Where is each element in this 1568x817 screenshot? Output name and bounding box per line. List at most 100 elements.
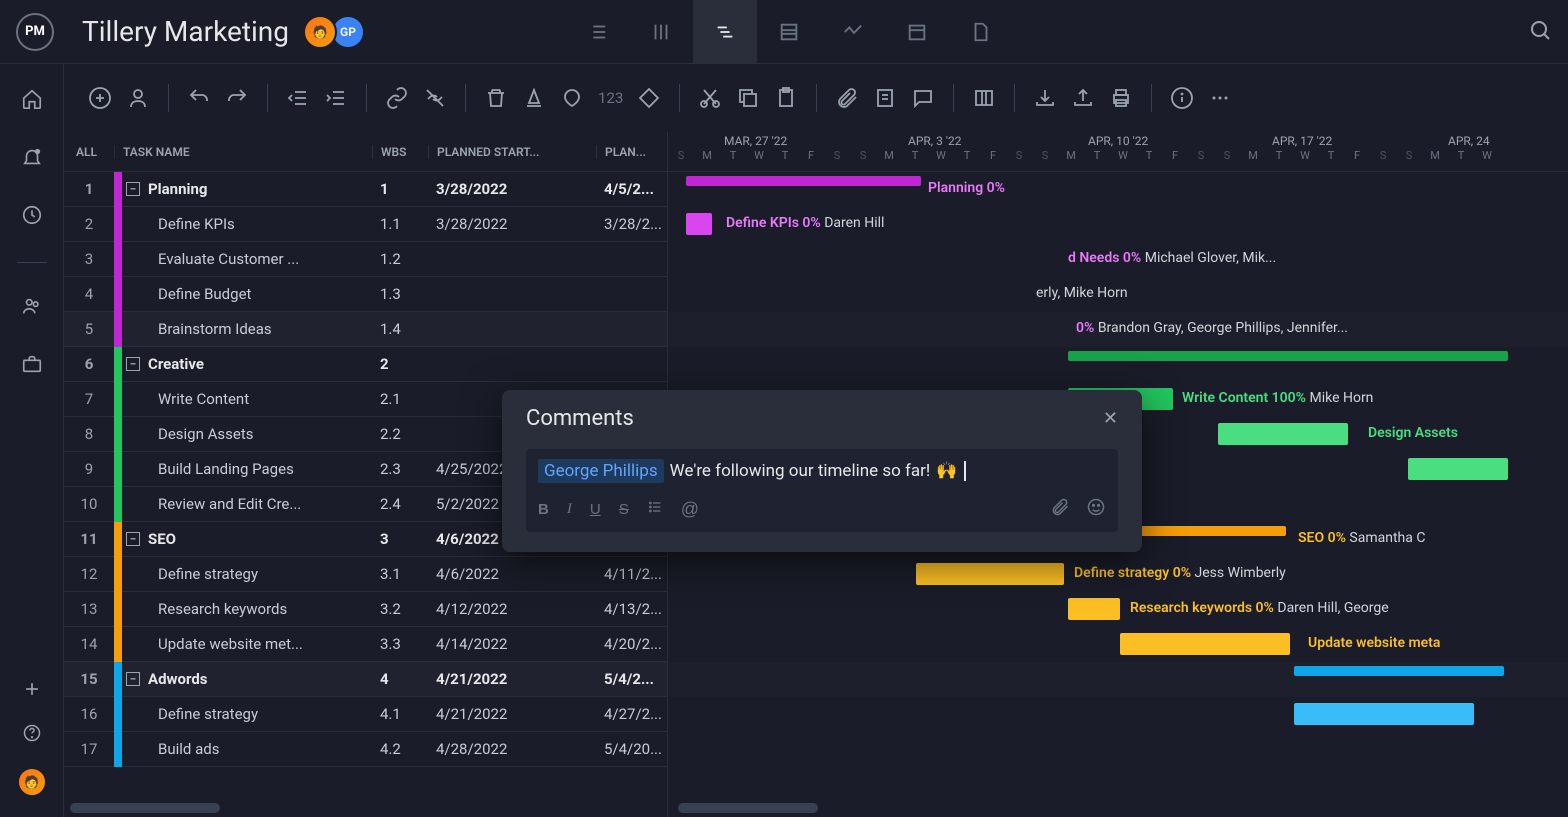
col-wbs[interactable]: WBS [372, 145, 428, 159]
underline-icon[interactable]: U [590, 501, 601, 518]
gantt-row[interactable] [668, 697, 1568, 732]
briefcase-icon[interactable] [21, 353, 43, 379]
view-dashboard-icon[interactable] [821, 0, 885, 64]
col-all[interactable]: ALL [64, 145, 114, 159]
text-color-icon[interactable] [522, 86, 546, 110]
gantt-bar[interactable] [1294, 703, 1474, 725]
cut-icon[interactable] [698, 86, 722, 110]
search-icon[interactable] [1528, 18, 1552, 46]
more-icon[interactable] [1208, 86, 1232, 110]
view-list-icon[interactable] [565, 0, 629, 64]
clock-icon[interactable] [21, 204, 43, 230]
gantt-row[interactable] [668, 662, 1568, 697]
view-calendar-icon[interactable] [885, 0, 949, 64]
gantt-bar[interactable] [1068, 598, 1120, 620]
col-plan[interactable]: PLAN... [596, 145, 667, 159]
gantt-bar[interactable] [1294, 666, 1504, 676]
gantt-row[interactable]: Planning 0% [668, 172, 1568, 207]
gantt-row[interactable]: Define strategy 0% Jess Wimberly [668, 557, 1568, 592]
gantt-row[interactable]: Update website meta [668, 627, 1568, 662]
task-row[interactable]: 15 −Adwords 4 4/21/2022 5/4/2... [64, 662, 667, 697]
collapse-icon[interactable]: − [126, 357, 140, 371]
gantt-row[interactable] [668, 732, 1568, 767]
collapse-icon[interactable]: − [126, 672, 140, 686]
list-bullet-icon[interactable] [647, 499, 663, 520]
unlink-icon[interactable] [423, 86, 447, 110]
gantt-row[interactable]: erly, Mike Horn [668, 277, 1568, 312]
link-icon[interactable] [385, 86, 409, 110]
gantt-row[interactable]: d Needs 0% Michael Glover, Mik... [668, 242, 1568, 277]
gantt-bar[interactable] [1408, 458, 1508, 480]
plus-icon[interactable] [22, 679, 42, 703]
gantt-row[interactable]: Define KPIs 0% Daren Hill [668, 207, 1568, 242]
collapse-icon[interactable]: − [126, 532, 140, 546]
bold-icon[interactable]: B [538, 501, 549, 518]
undo-icon[interactable] [187, 86, 211, 110]
attach-file-icon[interactable] [1050, 497, 1070, 522]
import-icon[interactable] [1033, 86, 1057, 110]
gantt-bar[interactable] [1120, 633, 1290, 655]
gantt-bar[interactable] [1218, 423, 1348, 445]
trash-icon[interactable] [484, 86, 508, 110]
task-row[interactable]: 14 Update website met... 3.3 4/14/2022 4… [64, 627, 667, 662]
app-logo[interactable]: PM [16, 13, 54, 51]
view-sheet-icon[interactable] [757, 0, 821, 64]
outdent-icon[interactable] [286, 86, 310, 110]
task-row[interactable]: 17 Build ads 4.2 4/28/2022 5/4/20... [64, 732, 667, 767]
task-row[interactable]: 2 Define KPIs 1.1 3/28/2022 3/28/2... [64, 207, 667, 242]
chat-icon[interactable] [911, 86, 935, 110]
grid-scrollbar[interactable] [70, 803, 220, 813]
gantt-bar[interactable] [686, 176, 921, 186]
view-board-icon[interactable] [629, 0, 693, 64]
at-icon[interactable]: @ [681, 499, 699, 520]
italic-icon[interactable]: I [567, 501, 572, 518]
collapse-icon[interactable]: − [126, 182, 140, 196]
gantt-bar[interactable] [1068, 351, 1508, 361]
note-icon[interactable] [873, 86, 897, 110]
task-row[interactable]: 13 Research keywords 3.2 4/12/2022 4/13/… [64, 592, 667, 627]
view-file-icon[interactable] [949, 0, 1013, 64]
view-gantt-icon[interactable] [693, 0, 757, 64]
paint-icon[interactable] [560, 86, 584, 110]
export-icon[interactable] [1071, 86, 1095, 110]
copy-icon[interactable] [736, 86, 760, 110]
col-task[interactable]: TASK NAME [114, 145, 372, 159]
profile-avatar[interactable]: 🧑 [17, 767, 47, 797]
gantt-row[interactable]: Research keywords 0% Daren Hill, George [668, 592, 1568, 627]
person-icon[interactable] [126, 86, 150, 110]
paste-icon[interactable] [774, 86, 798, 110]
task-row[interactable]: 3 Evaluate Customer ... 1.2 [64, 242, 667, 277]
emoji-icon[interactable] [1086, 497, 1106, 522]
columns-icon[interactable] [972, 86, 996, 110]
home-icon[interactable] [21, 88, 43, 114]
task-row[interactable]: 6 −Creative 2 [64, 347, 667, 382]
gantt-bar[interactable] [916, 563, 1064, 585]
comment-input[interactable]: George Phillips We're following our time… [526, 449, 1118, 532]
task-row[interactable]: 5 Brainstorm Ideas 1.4 [64, 312, 667, 347]
indent-icon[interactable] [324, 86, 348, 110]
team-icon[interactable] [21, 295, 43, 321]
bell-icon[interactable] [21, 146, 43, 172]
print-icon[interactable] [1109, 86, 1133, 110]
strike-icon[interactable]: S [619, 501, 629, 518]
attachment-icon[interactable] [835, 86, 859, 110]
redo-icon[interactable] [225, 86, 249, 110]
gantt-row[interactable] [668, 347, 1568, 382]
gantt-scrollbar[interactable] [678, 803, 818, 813]
close-icon[interactable]: ✕ [1103, 408, 1118, 429]
diamond-icon[interactable] [637, 86, 661, 110]
avatar-group[interactable]: 🧑 GP [309, 15, 365, 49]
gantt-bar[interactable] [686, 213, 712, 235]
avatar-user-1[interactable]: 🧑 [303, 15, 337, 49]
help-icon[interactable] [22, 723, 42, 747]
task-row[interactable]: 1 −Planning 1 3/28/2022 4/5/2... [64, 172, 667, 207]
col-start[interactable]: PLANNED START... [428, 145, 596, 159]
add-circle-icon[interactable] [88, 86, 112, 110]
task-row[interactable]: 4 Define Budget 1.3 [64, 277, 667, 312]
gantt-row[interactable]: 0% Brandon Gray, George Phillips, Jennif… [668, 312, 1568, 347]
number-label[interactable]: 123 [598, 89, 623, 107]
mention-chip[interactable]: George Phillips [538, 459, 664, 483]
task-row[interactable]: 16 Define strategy 4.1 4/21/2022 4/27/2.… [64, 697, 667, 732]
info-icon[interactable] [1170, 86, 1194, 110]
task-row[interactable]: 12 Define strategy 3.1 4/6/2022 4/11/2..… [64, 557, 667, 592]
